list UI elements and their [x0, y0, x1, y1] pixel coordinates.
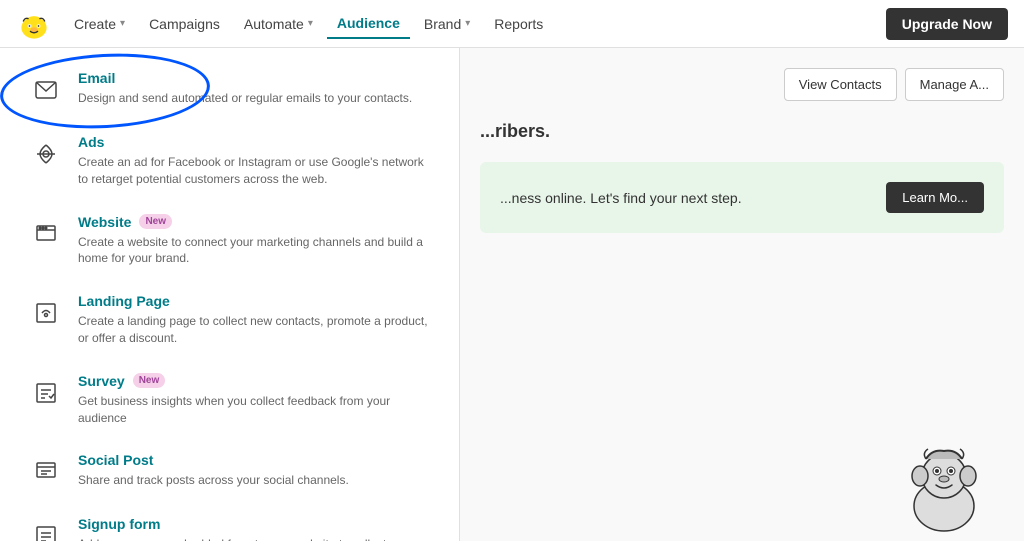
- audience-title: ...ribers.: [480, 121, 1004, 142]
- view-contacts-button[interactable]: View Contacts: [784, 68, 897, 101]
- nav-audience[interactable]: Audience: [327, 9, 410, 39]
- social-post-desc: Share and track posts across your social…: [78, 472, 431, 489]
- landing-page-title: Landing Page: [78, 293, 170, 309]
- nav-automate[interactable]: Automate ▾: [234, 10, 323, 38]
- menu-item-ads[interactable]: Ads Create an ad for Facebook or Instagr…: [8, 122, 451, 200]
- signup-form-title: Signup form: [78, 516, 160, 532]
- nav-campaigns[interactable]: Campaigns: [139, 10, 230, 38]
- survey-title: Survey: [78, 373, 125, 389]
- menu-item-social-post[interactable]: Social Post Share and track posts across…: [8, 440, 451, 502]
- topnav: Create ▾ Campaigns Automate ▾ Audience B…: [0, 0, 1024, 48]
- website-title: Website: [78, 214, 131, 230]
- mailchimp-logo[interactable]: [16, 8, 48, 40]
- landing-page-icon: [28, 295, 64, 331]
- learn-more-button[interactable]: Learn Mo...: [886, 182, 984, 213]
- email-icon: [28, 72, 64, 108]
- survey-desc: Get business insights when you collect f…: [78, 393, 431, 427]
- upgrade-button[interactable]: Upgrade Now: [886, 8, 1008, 40]
- audience-section: ...ribers.: [480, 121, 1004, 142]
- banner-text: ...ness online. Let's find your next ste…: [500, 190, 886, 206]
- menu-item-website[interactable]: Website New Create a website to connect …: [8, 202, 451, 280]
- upgrade-section: Upgrade Now: [886, 8, 1008, 40]
- website-icon: [28, 216, 64, 252]
- ads-title: Ads: [78, 134, 104, 150]
- website-desc: Create a website to connect your marketi…: [78, 234, 431, 268]
- social-post-icon: [28, 454, 64, 490]
- main-content: Email Design and send automated or regul…: [0, 48, 1024, 541]
- email-desc: Design and send automated or regular ema…: [78, 90, 431, 107]
- manage-button[interactable]: Manage A...: [905, 68, 1004, 101]
- survey-badge: New: [133, 373, 166, 388]
- nav-create[interactable]: Create ▾: [64, 10, 135, 38]
- ads-icon: [28, 136, 64, 172]
- nav-reports[interactable]: Reports: [484, 10, 553, 38]
- signup-form-icon: [28, 518, 64, 541]
- email-title: Email: [78, 70, 115, 86]
- landing-page-desc: Create a landing page to collect new con…: [78, 313, 431, 347]
- website-badge: New: [139, 214, 172, 229]
- survey-icon: [28, 375, 64, 411]
- menu-item-signup-form[interactable]: Signup form Add a pop-up or embedded for…: [8, 504, 451, 541]
- social-post-title: Social Post: [78, 452, 153, 468]
- signup-form-desc: Add a pop-up or embedded form to your we…: [78, 536, 431, 541]
- menu-item-survey[interactable]: Survey New Get business insights when yo…: [8, 361, 451, 439]
- menu-item-email[interactable]: Email Design and send automated or regul…: [8, 58, 451, 120]
- nav-items: Create ▾ Campaigns Automate ▾ Audience B…: [64, 9, 886, 39]
- chimp-illustration: [884, 421, 1004, 541]
- nav-brand[interactable]: Brand ▾: [414, 10, 480, 38]
- chevron-down-icon: ▾: [465, 18, 470, 29]
- ads-desc: Create an ad for Facebook or Instagram o…: [78, 154, 431, 188]
- green-banner: ...ness online. Let's find your next ste…: [480, 162, 1004, 233]
- chevron-down-icon: ▾: [308, 18, 313, 29]
- right-panel: View Contacts Manage A... ...ribers. ...…: [460, 48, 1024, 541]
- chevron-down-icon: ▾: [120, 18, 125, 29]
- create-dropdown: Email Design and send automated or regul…: [0, 48, 460, 541]
- right-top-bar: View Contacts Manage A...: [480, 68, 1004, 101]
- menu-item-landing-page[interactable]: Landing Page Create a landing page to co…: [8, 281, 451, 359]
